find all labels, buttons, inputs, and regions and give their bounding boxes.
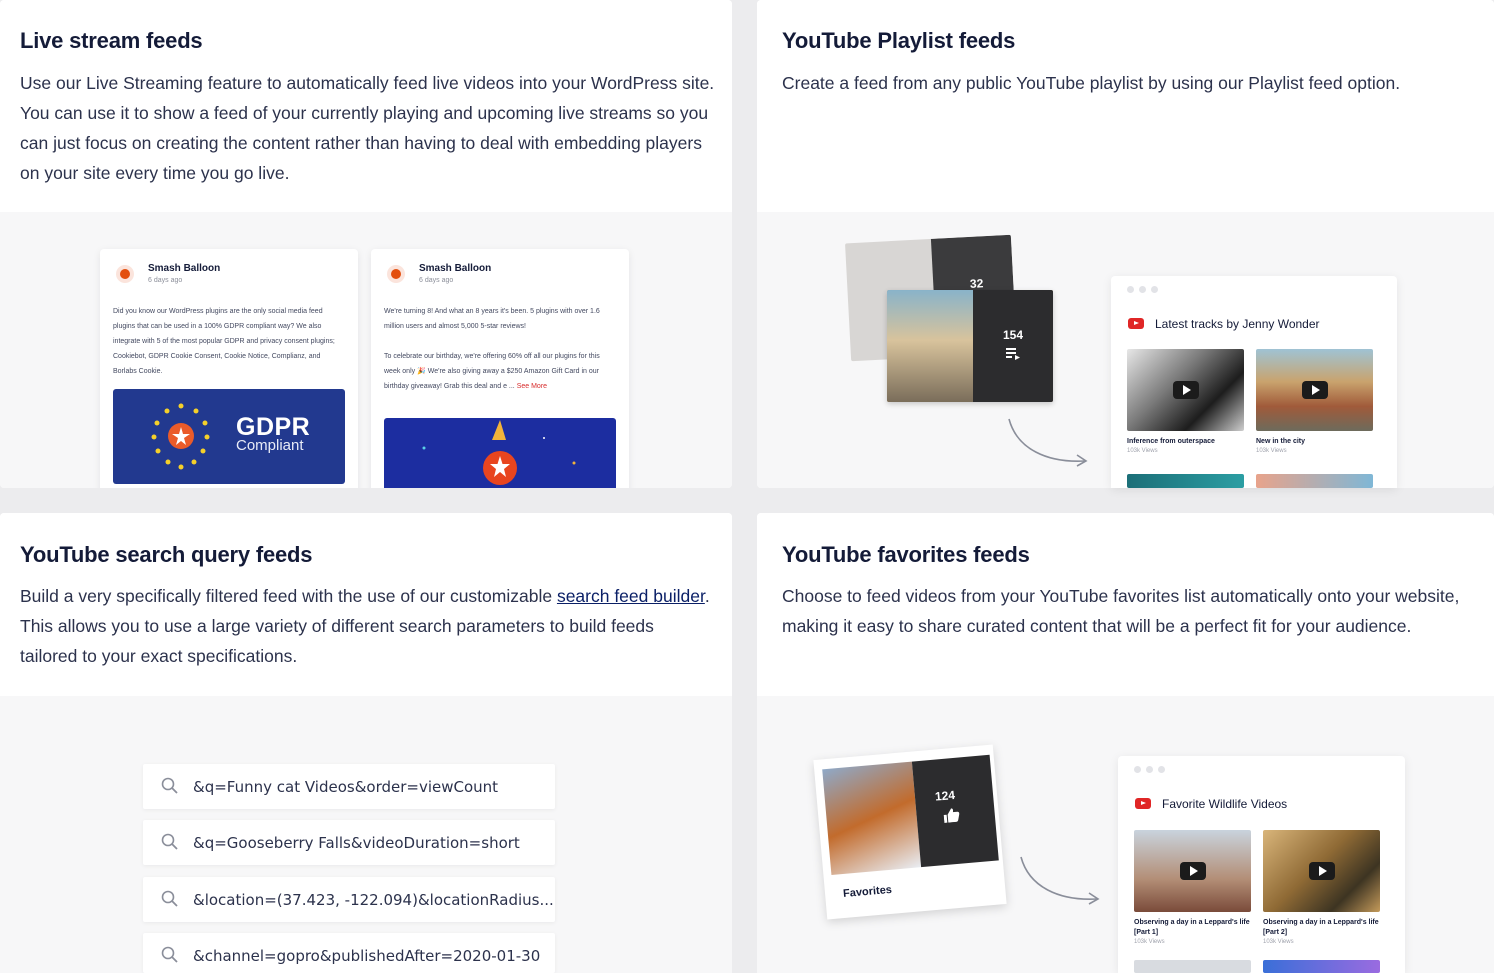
play-icon	[1179, 862, 1206, 880]
search-icon	[161, 890, 178, 907]
video-views: 103k Views	[1256, 448, 1287, 454]
search-icon	[161, 777, 178, 794]
playlist-thumbnail-front: 154	[887, 290, 1053, 402]
post-text: Did you know our WordPress plugins are t…	[113, 308, 335, 375]
search-query-text: &channel=gopro&publishedAfter=2020-01-30	[193, 947, 541, 965]
playlist-feed-window: Latest tracks by Jenny Wonder Inference …	[1111, 276, 1397, 488]
feed-title: Favorite Wildlife Videos	[1162, 797, 1288, 811]
video-thumbnail[interactable]	[1127, 474, 1244, 488]
video-caption: Observing a day in a Leppard's life [Par…	[1134, 919, 1250, 936]
favorites-feed-window: Favorite Wildlife Videos Observing a day…	[1118, 756, 1405, 973]
window-dots	[1127, 286, 1158, 293]
video-thumbnail[interactable]	[1263, 830, 1380, 912]
youtube-icon	[1135, 798, 1151, 809]
video-thumbnail[interactable]	[1127, 349, 1244, 431]
search-query-text: &q=Funny cat Videos&order=viewCount	[193, 778, 499, 796]
city-photo	[887, 290, 973, 402]
favorites-description: Choose to feed videos from your YouTube …	[782, 586, 1460, 636]
search-feed-builder-link[interactable]: search feed builder	[557, 586, 705, 606]
search-description: Build a very specifically filtered feed …	[20, 586, 710, 666]
search-text-section: YouTube search query feeds Build a very …	[0, 513, 732, 696]
arrow-icon	[1008, 418, 1088, 467]
gdpr-image: GDPR Compliant	[113, 389, 345, 484]
play-icon	[1172, 381, 1199, 399]
playlist-title: YouTube Playlist feeds	[782, 28, 1016, 53]
post-author: Smash Balloon	[148, 263, 221, 274]
playlist-description: Create a feed from any public YouTube pl…	[782, 73, 1401, 93]
video-caption: Inference from outerspace	[1127, 438, 1215, 445]
playlist-text-section: YouTube Playlist feeds Create a feed fro…	[757, 0, 1494, 212]
youtube-icon	[1128, 318, 1144, 329]
search-query-row[interactable]: &q=Gooseberry Falls&videoDuration=short	[143, 820, 555, 865]
post-text-paragraph: To celebrate our birthday, we're offerin…	[384, 353, 600, 390]
live-stream-preview: Smash Balloon 6 days ago Did you know ou…	[0, 212, 732, 488]
video-caption: Observing a day in a Leppard's life [Par…	[1263, 919, 1379, 936]
gdpr-image-subtitle: Compliant	[236, 437, 304, 454]
thumbs-up-icon	[943, 808, 960, 823]
video-thumbnail[interactable]	[1134, 830, 1251, 912]
birthday-image	[384, 418, 616, 488]
search-query-row[interactable]: &q=Funny cat Videos&order=viewCount	[143, 764, 555, 809]
smash-balloon-logo-icon	[387, 265, 405, 283]
live-stream-text-section: Live stream feeds Use our Live Streaming…	[0, 0, 732, 212]
favorites-count: 124	[934, 787, 956, 804]
party-balloon-icon	[422, 420, 576, 485]
post-author: Smash Balloon	[419, 263, 492, 274]
search-query-text: &location=(37.423, -122.094)&locationRad…	[193, 891, 554, 909]
search-title: YouTube search query feeds	[20, 542, 313, 567]
favorites-text-section: YouTube favorites feeds Choose to feed v…	[757, 513, 1494, 696]
playlist-back-count: 32	[969, 276, 984, 291]
live-stream-card: Live stream feeds Use our Live Streaming…	[0, 0, 732, 488]
search-icon	[161, 833, 178, 850]
search-query-row[interactable]: &channel=gopro&publishedAfter=2020-01-30	[143, 933, 555, 973]
play-icon	[1308, 862, 1335, 880]
favorites-title: YouTube favorites feeds	[782, 542, 1030, 567]
video-thumbnail[interactable]	[1256, 349, 1373, 431]
post-time: 6 days ago	[419, 277, 454, 284]
video-views: 103k Views	[1134, 939, 1165, 945]
video-caption: New in the city	[1256, 438, 1306, 445]
favorites-polaroid: 124 Favorites	[813, 744, 1007, 920]
search-query-row[interactable]: &location=(37.423, -122.094)&locationRad…	[143, 877, 555, 922]
post-text: We're turning 8! And what an 8 years it'…	[384, 304, 617, 394]
see-more-link[interactable]: See More	[517, 383, 547, 390]
video-thumbnail[interactable]	[1134, 960, 1251, 973]
video-thumbnail[interactable]	[1263, 960, 1380, 973]
playlist-front-count: 154	[1002, 328, 1023, 342]
polaroid-caption: Favorites	[842, 883, 893, 901]
social-post: Smash Balloon 6 days ago Did you know ou…	[100, 249, 358, 488]
post-time: 6 days ago	[148, 277, 183, 284]
smash-balloon-logo-icon	[116, 265, 134, 283]
arrow-icon	[1020, 856, 1100, 905]
feed-title: Latest tracks by Jenny Wonder	[1155, 317, 1320, 331]
video-views: 103k Views	[1263, 939, 1294, 945]
playlist-icon	[1006, 348, 1020, 360]
social-post: Smash Balloon 6 days ago We're turning 8…	[371, 249, 629, 488]
fox-photo	[822, 761, 922, 876]
search-icon	[161, 946, 178, 963]
live-stream-description: Use our Live Streaming feature to automa…	[20, 73, 715, 183]
play-icon	[1301, 381, 1328, 399]
live-stream-title: Live stream feeds	[20, 28, 203, 53]
video-views: 103k Views	[1127, 448, 1158, 454]
video-thumbnail[interactable]	[1256, 474, 1373, 488]
window-dots	[1134, 766, 1165, 773]
search-query-text: &q=Gooseberry Falls&videoDuration=short	[193, 834, 520, 852]
post-text-paragraph: We're turning 8! And what an 8 years it'…	[384, 308, 600, 330]
